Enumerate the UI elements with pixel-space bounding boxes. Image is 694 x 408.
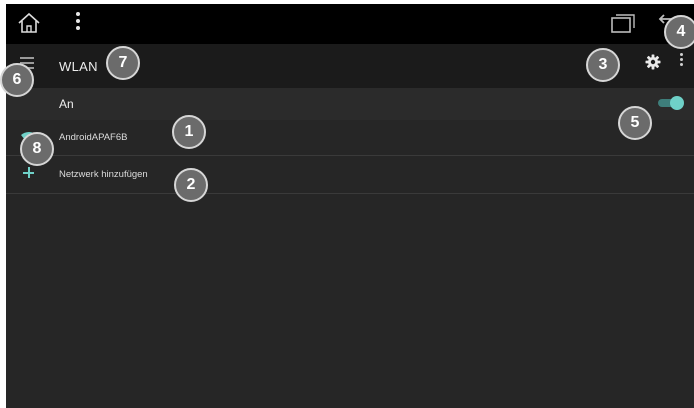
callout-marker-2: 2: [174, 168, 208, 202]
toggle-thumb: [670, 96, 684, 110]
callout-marker-1: 1: [172, 115, 206, 149]
callout-marker-4: 4: [664, 15, 694, 49]
divider: [6, 155, 694, 156]
page-title: WLAN: [59, 59, 98, 74]
switch-label: An: [59, 97, 74, 111]
callout-marker-8: 8: [20, 132, 54, 166]
callout-marker-3: 3: [586, 48, 620, 82]
recents-icon[interactable]: [608, 12, 638, 36]
callout-marker-7: 7: [106, 46, 140, 80]
overflow-menu-icon[interactable]: [678, 53, 684, 71]
network-name: AndroidAPAF6B: [59, 132, 128, 143]
callout-marker-5: 5: [618, 106, 652, 140]
network-item[interactable]: AndroidAPAF6B: [6, 120, 694, 156]
overflow-menu-icon[interactable]: [74, 12, 82, 36]
plus-icon: [22, 166, 36, 180]
callout-marker-6: 6: [0, 63, 34, 97]
add-network-item[interactable]: Netzwerk hinzufügen: [6, 158, 694, 194]
wlan-switch-row[interactable]: An: [6, 88, 694, 120]
gear-icon[interactable]: [644, 53, 662, 71]
add-network-label: Netzwerk hinzufügen: [59, 169, 148, 180]
divider: [6, 193, 694, 194]
wlan-toggle[interactable]: [658, 96, 684, 110]
system-bar: [6, 4, 694, 44]
home-icon[interactable]: [16, 10, 42, 36]
